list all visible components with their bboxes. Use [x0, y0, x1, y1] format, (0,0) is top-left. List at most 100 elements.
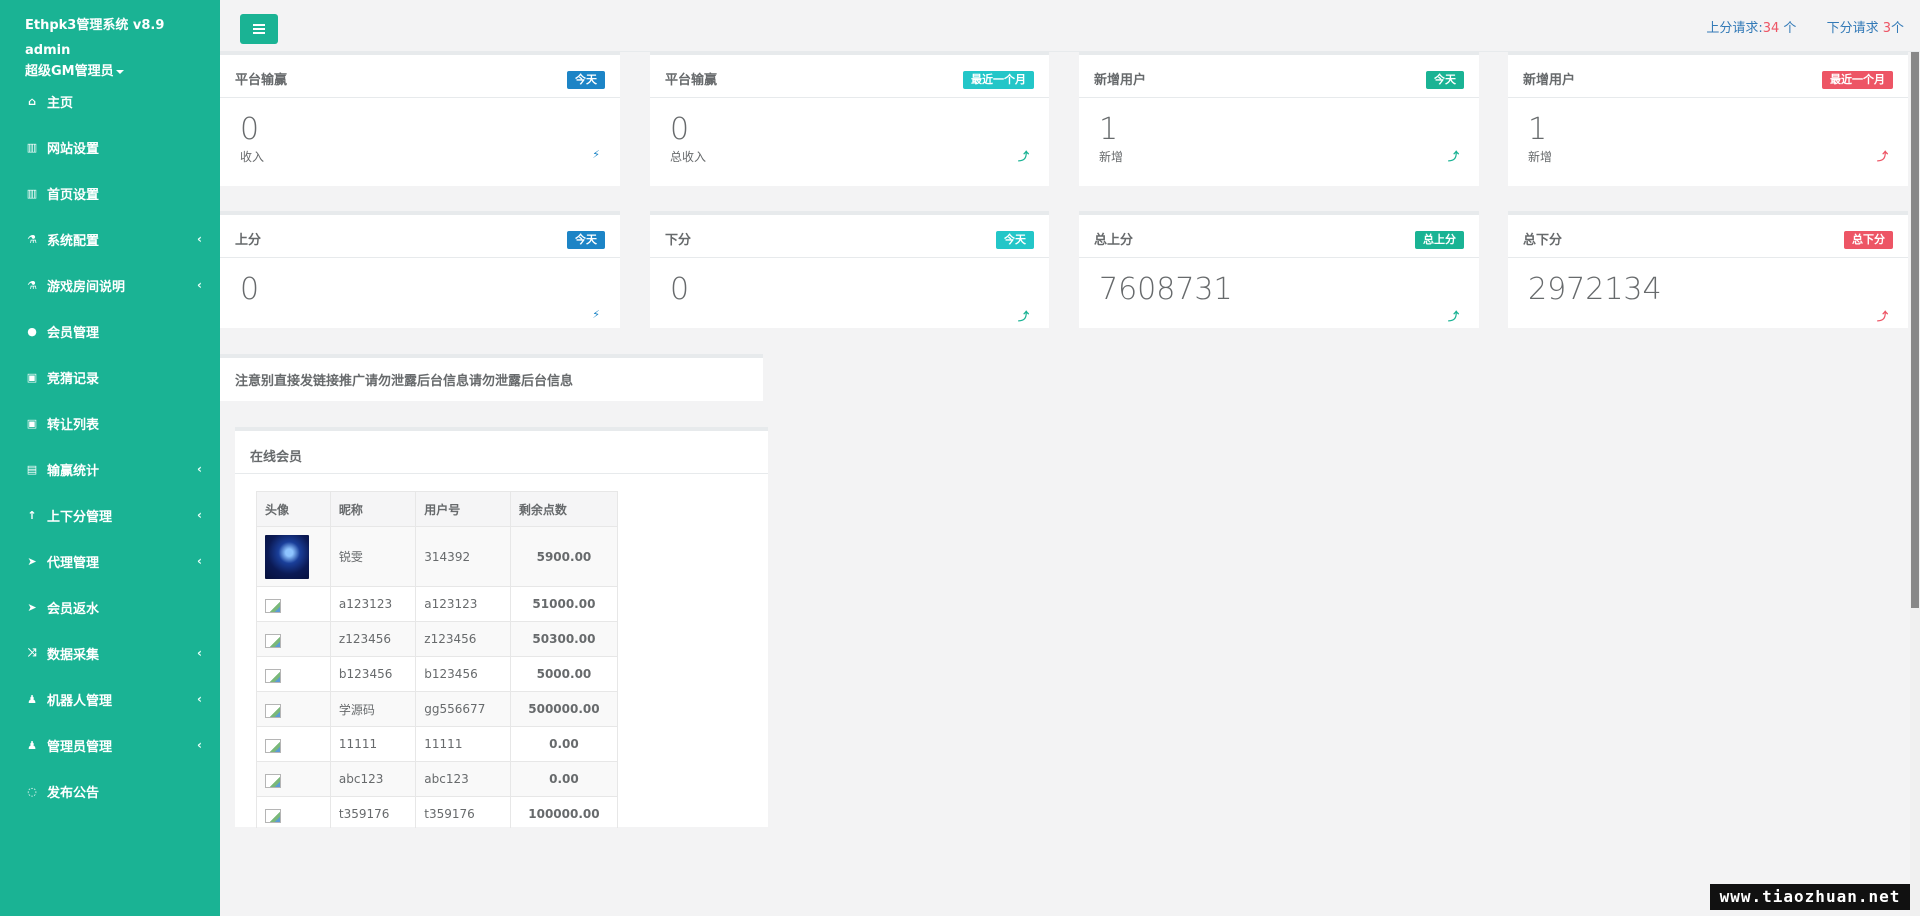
sidebar-item-15[interactable]: ◌ 发布公告	[0, 768, 220, 814]
sidebar-item-label: 会员管理	[47, 325, 100, 341]
level-up-icon: ⤴	[1018, 310, 1029, 323]
avatar-cell	[256, 656, 331, 692]
level-up-icon: ↑	[27, 508, 37, 522]
sidebar-item-8[interactable]: ▤ 输赢统计 ‹	[0, 446, 220, 492]
broken-image-icon	[265, 809, 281, 823]
up-request-link[interactable]: 上分请求:34 个	[1706, 21, 1796, 36]
avatar-cell	[256, 761, 331, 797]
stat-title: 总下分	[1523, 233, 1563, 248]
stat-box: 上分 今天 0 ⚡	[220, 211, 620, 328]
profile-role-dropdown[interactable]: 超级GM管理员	[25, 60, 220, 79]
stat-box-header: 平台输赢 最近一个月	[650, 55, 1049, 98]
watermark: www.tiaozhuan.net	[1710, 884, 1910, 910]
stat-box-content: 2972134 ⤴	[1508, 258, 1908, 324]
points-cell: 100000.00	[509, 796, 618, 828]
stat-box: 总上分 总上分 7608731 ⤴	[1079, 211, 1479, 328]
down-request-link[interactable]: 下分请求 3个	[1827, 21, 1904, 36]
broken-image-icon	[265, 774, 281, 788]
bar-chart-icon: ▤	[26, 462, 38, 476]
stat-box-header: 总上分 总上分	[1079, 215, 1479, 258]
nickname-cell: 锐雯	[329, 526, 417, 587]
chevron-left-icon: ‹	[197, 692, 202, 706]
table-row: t359176 t359176 100000.00	[256, 796, 618, 828]
sidebar-item-4[interactable]: ⚗ 游戏房间说明 ‹	[0, 262, 220, 308]
table-row: 锐雯 314392 5900.00	[256, 526, 618, 587]
stat-title: 新增用户	[1094, 73, 1147, 88]
stat-box-content: 0 收入 ⚡	[220, 98, 620, 165]
chevron-left-icon: ‹	[197, 646, 202, 660]
online-members-table-wrapper: 头像 昵称 用户号 剩余点数 锐雯 314392 5900.00 a123123 a12312…	[256, 491, 618, 828]
column-header: 昵称	[329, 491, 417, 527]
sidebar-item-label: 主页	[47, 95, 74, 111]
chevron-left-icon: ‹	[197, 508, 202, 522]
down-request-suffix: 个	[1890, 21, 1904, 36]
level-up-icon: ⤴	[1448, 310, 1459, 323]
stat-value: 0	[670, 272, 690, 307]
sidebar: Ethpk3管理系统 v8.9 admin 超级GM管理员 ⌂ 主页 ▥ 网站设置 ▥ 首…	[0, 0, 220, 916]
table-row: b123456 b123456 5000.00	[256, 656, 618, 692]
user-id-cell: a123123	[415, 586, 511, 622]
profile-username: admin	[25, 43, 71, 58]
stat-value: 7608731	[1099, 272, 1233, 307]
sidebar-item-3[interactable]: ⚗ 系统配置 ‹	[0, 216, 220, 262]
sidebar-item-2[interactable]: ▥ 首页设置	[0, 170, 220, 216]
sidebar-item-5[interactable]: ● 会员管理	[0, 308, 220, 354]
sidebar-item-9[interactable]: ↑ 上下分管理 ‹	[0, 492, 220, 538]
points-cell: 0.00	[509, 726, 618, 762]
sidebar-item-10[interactable]: ➤ 代理管理 ‹	[0, 538, 220, 584]
stat-subtitle: 总收入	[670, 150, 707, 164]
stat-value: 0	[240, 272, 260, 307]
sidebar-item-12[interactable]: ⤨ 数据采集 ‹	[0, 630, 220, 676]
user-id-cell: gg556677	[415, 691, 511, 727]
car-icon: ▣	[26, 370, 38, 384]
user-id-cell: abc123	[415, 761, 511, 797]
avatar-cell	[256, 621, 331, 657]
period-badge: 总下分	[1844, 231, 1893, 249]
chevron-left-icon: ‹	[197, 738, 202, 752]
notice-banner: 注意别直接发链接推广请勿泄露后台信息请勿泄露后台信息	[220, 354, 763, 401]
table-row: a123123 a123123 51000.00	[256, 586, 618, 622]
scrollbar-thumb[interactable]	[1911, 52, 1919, 608]
sidebar-item-14[interactable]: ♟ 管理员管理 ‹	[0, 722, 220, 768]
stat-box-content: 1 新增 ⤴	[1079, 98, 1479, 165]
table-row: 学源码 gg556677 500000.00	[256, 691, 618, 727]
sidebar-item-label: 会员返水	[47, 601, 100, 617]
sidebar-item-0[interactable]: ⌂ 主页	[0, 78, 220, 124]
nickname-cell: a123123	[329, 586, 417, 622]
stat-subtitle: 新增	[1099, 150, 1124, 164]
menu-toggle-button[interactable]	[240, 14, 278, 44]
sidebar-nav: ⌂ 主页 ▥ 网站设置 ▥ 首页设置 ⚗ 系统配置 ‹ ⚗ 游戏房间说明 ‹ ● 会员管理 ▣ 竞猜记录 ▣ 转让…	[0, 78, 220, 814]
sidebar-item-7[interactable]: ▣ 转让列表	[0, 400, 220, 446]
points-cell: 5900.00	[509, 526, 618, 587]
sidebar-item-label: 首页设置	[47, 187, 100, 203]
stat-value: 0	[240, 112, 260, 147]
stat-box-header: 新增用户 今天	[1079, 55, 1479, 98]
broken-image-icon	[265, 739, 281, 753]
nickname-cell: 11111	[329, 726, 417, 762]
avatar-cell	[256, 796, 331, 828]
sidebar-item-1[interactable]: ▥ 网站设置	[0, 124, 220, 170]
broken-image-icon	[265, 669, 281, 683]
sidebar-item-13[interactable]: ♟ 机器人管理 ‹	[0, 676, 220, 722]
points-cell: 500000.00	[509, 691, 618, 727]
column-header: 剩余点数	[509, 491, 618, 527]
user-id-cell: t359176	[415, 796, 511, 828]
sidebar-item-6[interactable]: ▣ 竞猜记录	[0, 354, 220, 400]
stat-value: 1	[1099, 112, 1119, 147]
stat-box-header: 下分 今天	[650, 215, 1049, 258]
page-scrollbar[interactable]	[1910, 52, 1920, 916]
user-icon: ●	[27, 324, 37, 338]
columns-icon: ▥	[26, 186, 38, 200]
flask-icon: ⚗	[27, 232, 37, 246]
stat-box-header: 新增用户 最近一个月	[1508, 55, 1908, 98]
request-links: 上分请求:34 个 下分请求 3个	[1680, 17, 1904, 36]
user-id-cell: 11111	[415, 726, 511, 762]
points-cell: 51000.00	[509, 586, 618, 622]
sidebar-item-11[interactable]: ➤ 会员返水	[0, 584, 220, 630]
sidebar-item-label: 输赢统计	[47, 463, 100, 479]
car-icon: ▣	[26, 416, 38, 430]
bolt-icon: ⚡	[592, 308, 600, 321]
table-row: abc123 abc123 0.00	[256, 761, 618, 797]
period-badge: 今天	[1426, 71, 1464, 89]
sidebar-item-label: 网站设置	[47, 141, 100, 157]
